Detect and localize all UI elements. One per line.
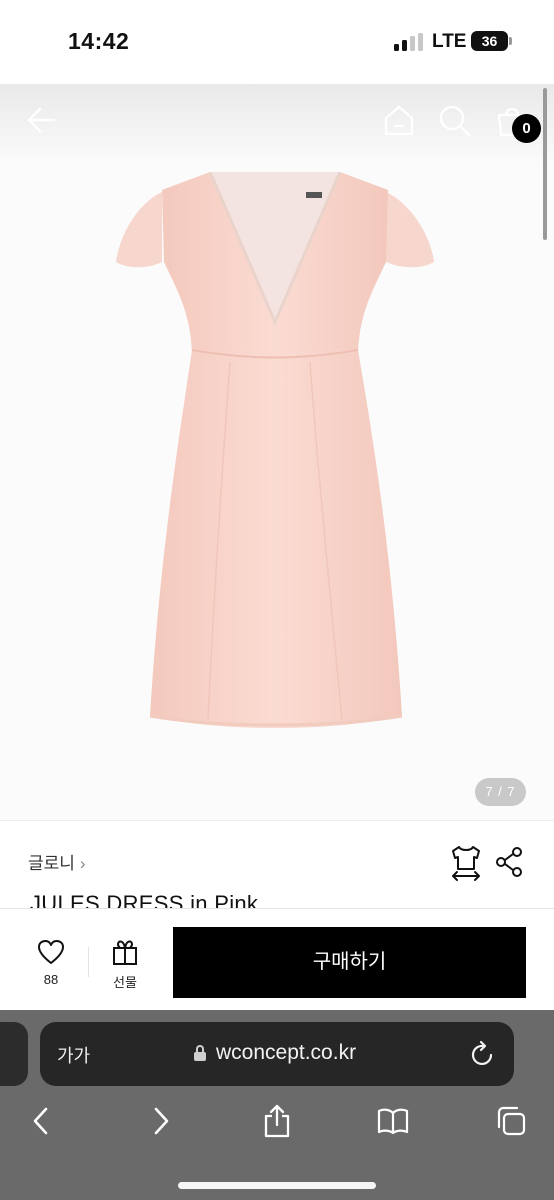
- image-page-indicator: 7 / 7: [475, 778, 526, 806]
- signal-icon: [394, 33, 424, 51]
- share-icon[interactable]: [495, 847, 523, 877]
- home-icon[interactable]: [381, 102, 417, 138]
- battery-icon: 36: [471, 31, 512, 51]
- product-image-gallery[interactable]: 7 / 7: [0, 84, 554, 820]
- text-size-button[interactable]: 가가: [57, 1042, 90, 1068]
- tabs-icon[interactable]: [495, 1104, 527, 1138]
- browser-back-icon[interactable]: [26, 1104, 58, 1138]
- address-bar[interactable]: 가가 wconcept.co.kr: [40, 1022, 514, 1086]
- brand-link[interactable]: 글로니 ›: [28, 849, 86, 874]
- gift-icon: [113, 940, 137, 965]
- divider: [88, 947, 89, 977]
- home-indicator: [178, 1182, 376, 1189]
- network-label: LTE: [432, 31, 467, 52]
- back-arrow-icon[interactable]: [24, 102, 60, 138]
- chevron-right-icon: ›: [79, 854, 86, 873]
- reload-icon[interactable]: [470, 1040, 496, 1068]
- browser-toolbar: 가가 wconcept.co.kr: [0, 1010, 554, 1200]
- search-icon[interactable]: [436, 102, 472, 138]
- share-sheet-icon[interactable]: [261, 1104, 293, 1138]
- brand-name: 글로니: [28, 854, 75, 873]
- buy-button[interactable]: 구매하기: [173, 927, 526, 998]
- status-time: 14:42: [68, 28, 130, 54]
- gift-button[interactable]: 선물: [100, 939, 150, 991]
- product-info: 글로니 › JULES DRESS in Pink: [0, 820, 554, 910]
- cart-count-badge: 0: [512, 114, 541, 143]
- size-guide-icon[interactable]: [450, 845, 482, 881]
- browser-forward-icon[interactable]: [144, 1104, 176, 1138]
- scroll-thumb[interactable]: [543, 88, 547, 240]
- gift-label: 선물: [113, 975, 137, 990]
- like-count: 88: [43, 972, 59, 987]
- dress-image: [116, 172, 434, 728]
- status-bar: 14:42 LTE 36: [0, 0, 554, 84]
- purchase-bar: 88 선물 구매하기: [0, 908, 554, 1010]
- previous-tab[interactable]: [0, 1022, 28, 1086]
- like-button[interactable]: 88: [24, 939, 78, 991]
- url-text: wconcept.co.kr: [216, 1041, 357, 1064]
- lock-icon: [194, 1045, 206, 1061]
- heart-icon: [38, 940, 64, 964]
- bookmarks-icon[interactable]: [377, 1104, 409, 1138]
